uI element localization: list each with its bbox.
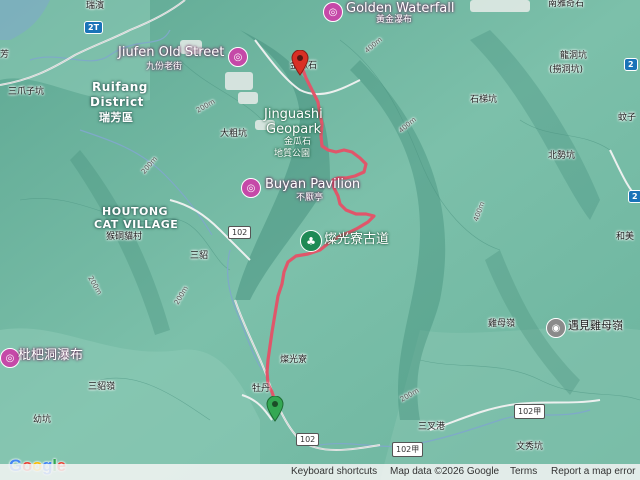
park-icon[interactable]: ♣: [300, 230, 322, 252]
label-jiufen-en: Jiufen Old Street: [118, 45, 225, 60]
end-marker-icon[interactable]: [291, 50, 309, 76]
terms-link[interactable]: Terms: [510, 466, 537, 477]
label-zi: 蚊子: [618, 113, 637, 123]
label-ruifang-en-1: Ruifang: [92, 80, 148, 94]
label-jimuling: 雞母嶺: [488, 319, 516, 329]
label-beishikeng: 北勢坑: [548, 151, 576, 161]
label-sanchagang: 三叉港: [418, 422, 446, 432]
report-error-link[interactable]: Report a map error: [551, 466, 635, 477]
label-ruifang-en-2: District: [90, 95, 144, 109]
label-sandiaoling: 三貂嶺: [88, 382, 116, 392]
label-jinguashi-zh-2: 地質公園: [274, 149, 311, 159]
label-houtong-zh: 猴硐貓村: [106, 232, 143, 242]
map-footer: Keyboard shortcuts Map data ©2026 Google…: [0, 464, 640, 480]
map-canvas[interactable]: 芳 瑞濱 2T 三爪子坑 Ruifang District 瑞芳區 Jiufen…: [0, 0, 640, 480]
road-2-shield: 2: [628, 190, 640, 203]
label-jinguashi-en-2: Geopark: [266, 122, 322, 137]
label-houtong-en-2: CAT VILLAGE: [94, 218, 179, 231]
start-marker-icon[interactable]: [266, 396, 284, 422]
road-102jia-shield: 102甲: [392, 442, 424, 457]
label-buyan-en: Buyan Pavilion: [265, 177, 361, 192]
camera-icon[interactable]: ◎: [228, 47, 248, 67]
label-shitikeng: 石梯坑: [470, 95, 498, 105]
label-longdongkeng-1: 龍洞坑: [560, 51, 588, 61]
road-2t-shield: 2T: [84, 21, 104, 34]
landmark-icon[interactable]: ◉: [546, 318, 566, 338]
label-nanya: 南雅奇石: [548, 0, 585, 9]
camera-icon[interactable]: ◎: [241, 178, 261, 198]
label-pipadong: 枇杷洞瀑布: [18, 348, 84, 363]
label-sandiao: 三貂: [190, 251, 209, 261]
label-longdongkeng-2: (撈洞坑): [549, 65, 584, 75]
label-jinguashi-zh-1: 金瓜石: [284, 137, 312, 147]
label-youkeng: 幼坑: [33, 415, 52, 425]
label-jinguashi-en-1: Jinguashi: [264, 107, 323, 122]
road-102-shield: 102: [296, 433, 320, 446]
label-ruifang-zh: 瑞芳區: [99, 111, 134, 124]
label-jiufen-zh: 九份老街: [146, 62, 183, 72]
label-heimei: 和美: [616, 232, 635, 242]
label-ruibin: 瑞濱: [86, 1, 105, 11]
road-2-shield: 2: [624, 58, 638, 71]
label-sanzhuazikeng: 三爪子坑: [8, 87, 45, 97]
label-houtong-en-1: HOUTONG: [102, 205, 169, 218]
road-102jia-shield: 102甲: [514, 404, 546, 419]
keyboard-shortcuts-link[interactable]: Keyboard shortcuts: [291, 466, 377, 477]
map-data-text: Map data ©2026 Google: [390, 466, 500, 477]
label-buyan-zh: 不厭亭: [296, 193, 324, 203]
camera-icon[interactable]: ◎: [0, 348, 20, 368]
label-jimu: 遇見雞母嶺: [568, 319, 623, 332]
label-canguang-trail: 燦光寮古道: [324, 232, 390, 247]
label-golden-waterfall-zh: 黃金瀑布: [376, 15, 413, 25]
label-fang: 芳: [0, 50, 10, 60]
camera-icon[interactable]: ◎: [323, 2, 343, 22]
label-wenxiukeng: 文秀坑: [516, 442, 544, 452]
road-102-shield: 102: [228, 226, 252, 239]
label-mudan: 牡丹: [252, 384, 271, 394]
label-dacukeng: 大粗坑: [220, 129, 248, 139]
label-canguangliao: 燦光寮: [280, 355, 308, 365]
